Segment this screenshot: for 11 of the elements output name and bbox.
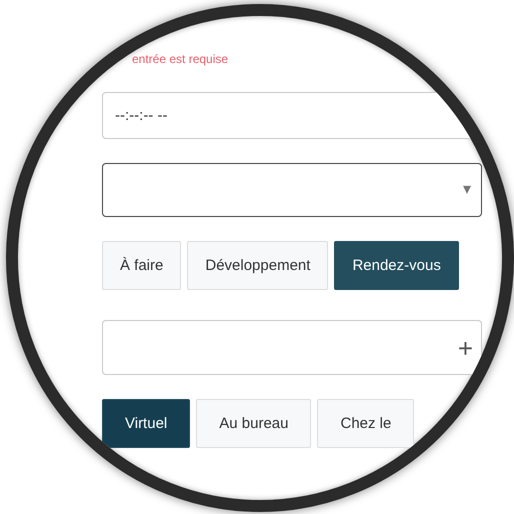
add-field[interactable]: + [102,320,482,375]
category-button[interactable]: Rendez-vous [334,241,459,290]
location-button[interactable]: Chez le [317,399,414,448]
plus-icon: + [458,334,473,360]
caret-icon: ▾ [463,182,471,198]
dropdown-field[interactable]: ▾ [102,163,482,217]
error-message: entrée est requise [132,52,228,66]
category-button[interactable]: Développement [187,241,328,290]
location-button[interactable]: Virtuel [102,399,190,448]
category-button[interactable]: À faire [102,241,182,290]
location-button[interactable]: Au bureau [196,399,312,448]
